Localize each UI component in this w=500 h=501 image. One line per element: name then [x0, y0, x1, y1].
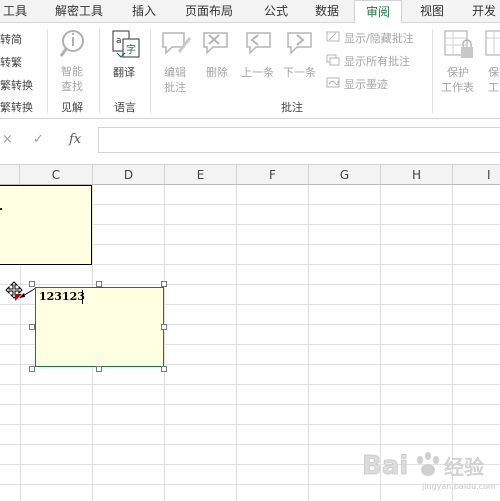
column-header-d[interactable]: D — [93, 165, 165, 185]
baidu-watermark: Bai 经验 jingyan.baidu.com — [360, 446, 500, 496]
protect-sheet-label-1[interactable]: 保护 — [447, 64, 469, 80]
tab-data[interactable]: 数据 — [305, 0, 349, 22]
resize-handle[interactable] — [161, 281, 167, 287]
protect-workbook-icon — [485, 30, 500, 56]
resize-handle[interactable] — [29, 281, 35, 287]
group-separator — [99, 29, 100, 113]
group-separator — [47, 29, 48, 113]
tab-review[interactable]: 审阅 — [354, 0, 402, 23]
simp-to-trad-button[interactable]: 转繁 — [0, 54, 22, 70]
svg-text:a: a — [116, 36, 122, 46]
translate-button[interactable]: 翻译 — [113, 64, 135, 80]
insert-function-icon[interactable]: fx — [69, 132, 81, 147]
column-header-e[interactable]: E — [165, 165, 237, 185]
delete-comment-icon — [203, 32, 228, 55]
column-header-i[interactable]: I — [453, 165, 500, 185]
enter-icon[interactable]: ✓ — [33, 132, 44, 147]
column-header-f[interactable]: F — [237, 165, 309, 185]
column-header-c[interactable]: C — [20, 165, 93, 185]
edit-comment-icon — [162, 32, 191, 55]
show-all-comments-icon — [326, 54, 340, 66]
comment-text: . — [0, 200, 3, 213]
column-header-partial[interactable] — [0, 165, 20, 185]
tab-formulas[interactable]: 公式 — [254, 0, 298, 22]
watermark-url: jingyan.baidu.com — [422, 482, 496, 491]
trad-to-simp-button[interactable]: 转简 — [0, 31, 22, 47]
tab-insert[interactable]: 插入 — [122, 0, 166, 22]
protect-sheet-label-2[interactable]: 工作表 — [441, 79, 474, 95]
smart-lookup-label-2[interactable]: 查找 — [61, 78, 83, 94]
protect-workbook-label-2[interactable]: 工 — [488, 79, 499, 95]
tab-developer[interactable]: 开发 — [462, 0, 500, 22]
comment-box[interactable]: . — [0, 185, 92, 265]
svg-text:Bai: Bai — [362, 451, 408, 481]
show-ink-icon — [326, 77, 340, 88]
tab-view[interactable]: 视图 — [410, 0, 454, 22]
show-ink-button[interactable]: 显示墨迹 — [344, 76, 388, 92]
baidu-logo-icon: Bai 经验 — [362, 451, 485, 482]
resize-handle[interactable] — [96, 281, 102, 287]
show-hide-comment-button[interactable]: 显示/隐藏批注 — [344, 30, 414, 46]
edit-comment-label-2[interactable]: 批注 — [164, 79, 186, 95]
cancel-icon[interactable]: × — [2, 132, 13, 147]
column-header-h[interactable]: H — [381, 165, 453, 185]
next-comment-icon — [287, 32, 312, 55]
next-comment-button[interactable]: 下一条 — [283, 64, 316, 80]
active-comment-box[interactable]: 123123 — [35, 287, 164, 367]
translate-icon: a 字 — [112, 30, 140, 58]
protect-sheet-icon — [444, 30, 473, 58]
text-caret — [82, 290, 83, 304]
tab-tools[interactable]: 工具 — [0, 0, 30, 22]
resize-handle[interactable] — [29, 324, 35, 330]
smart-lookup-label-1[interactable]: 智能 — [61, 63, 83, 79]
ribbon-panel: 转简 转繁 繁转换 繁转换 智能 查找 见解 a 字 翻译 语言 编辑 批注 删… — [0, 23, 500, 119]
formula-input[interactable] — [98, 127, 500, 153]
resize-handle[interactable] — [161, 324, 167, 330]
edit-comment-label-1[interactable]: 编辑 — [164, 64, 186, 80]
language-group-label: 语言 — [114, 101, 136, 114]
resize-handle[interactable] — [161, 366, 167, 372]
comments-group-label: 批注 — [281, 101, 303, 114]
previous-comment-icon — [246, 32, 271, 55]
formula-bar: × ✓ fx — [0, 119, 500, 165]
previous-comment-button[interactable]: 上一条 — [241, 64, 274, 80]
delete-comment-button[interactable]: 删除 — [206, 64, 228, 80]
chinese-conversion-button[interactable]: 繁转换 — [0, 77, 33, 93]
svg-text:字: 字 — [126, 43, 136, 56]
protect-workbook-label-1[interactable]: 保 — [488, 64, 499, 80]
show-all-comments-button[interactable]: 显示所有批注 — [344, 53, 410, 69]
group-separator — [432, 29, 433, 113]
smart-lookup-icon — [60, 30, 84, 57]
chinese-conversion-group-label: 繁转换 — [0, 101, 33, 114]
tab-decrypt-tools[interactable]: 解密工具 — [48, 0, 110, 22]
group-separator — [150, 29, 151, 113]
insights-group-label: 见解 — [61, 101, 83, 114]
ribbon-tab-bar: 工具 解密工具 插入 页面布局 公式 数据 审阅 视图 开发 — [0, 0, 500, 23]
active-comment-text[interactable]: 123123 — [39, 290, 85, 303]
show-hide-comment-icon — [326, 31, 340, 42]
resize-handle[interactable] — [96, 366, 102, 372]
column-header-g[interactable]: G — [309, 165, 381, 185]
svg-text:经验: 经验 — [444, 455, 484, 479]
resize-handle[interactable] — [29, 366, 35, 372]
tab-page-layout[interactable]: 页面布局 — [176, 0, 242, 22]
